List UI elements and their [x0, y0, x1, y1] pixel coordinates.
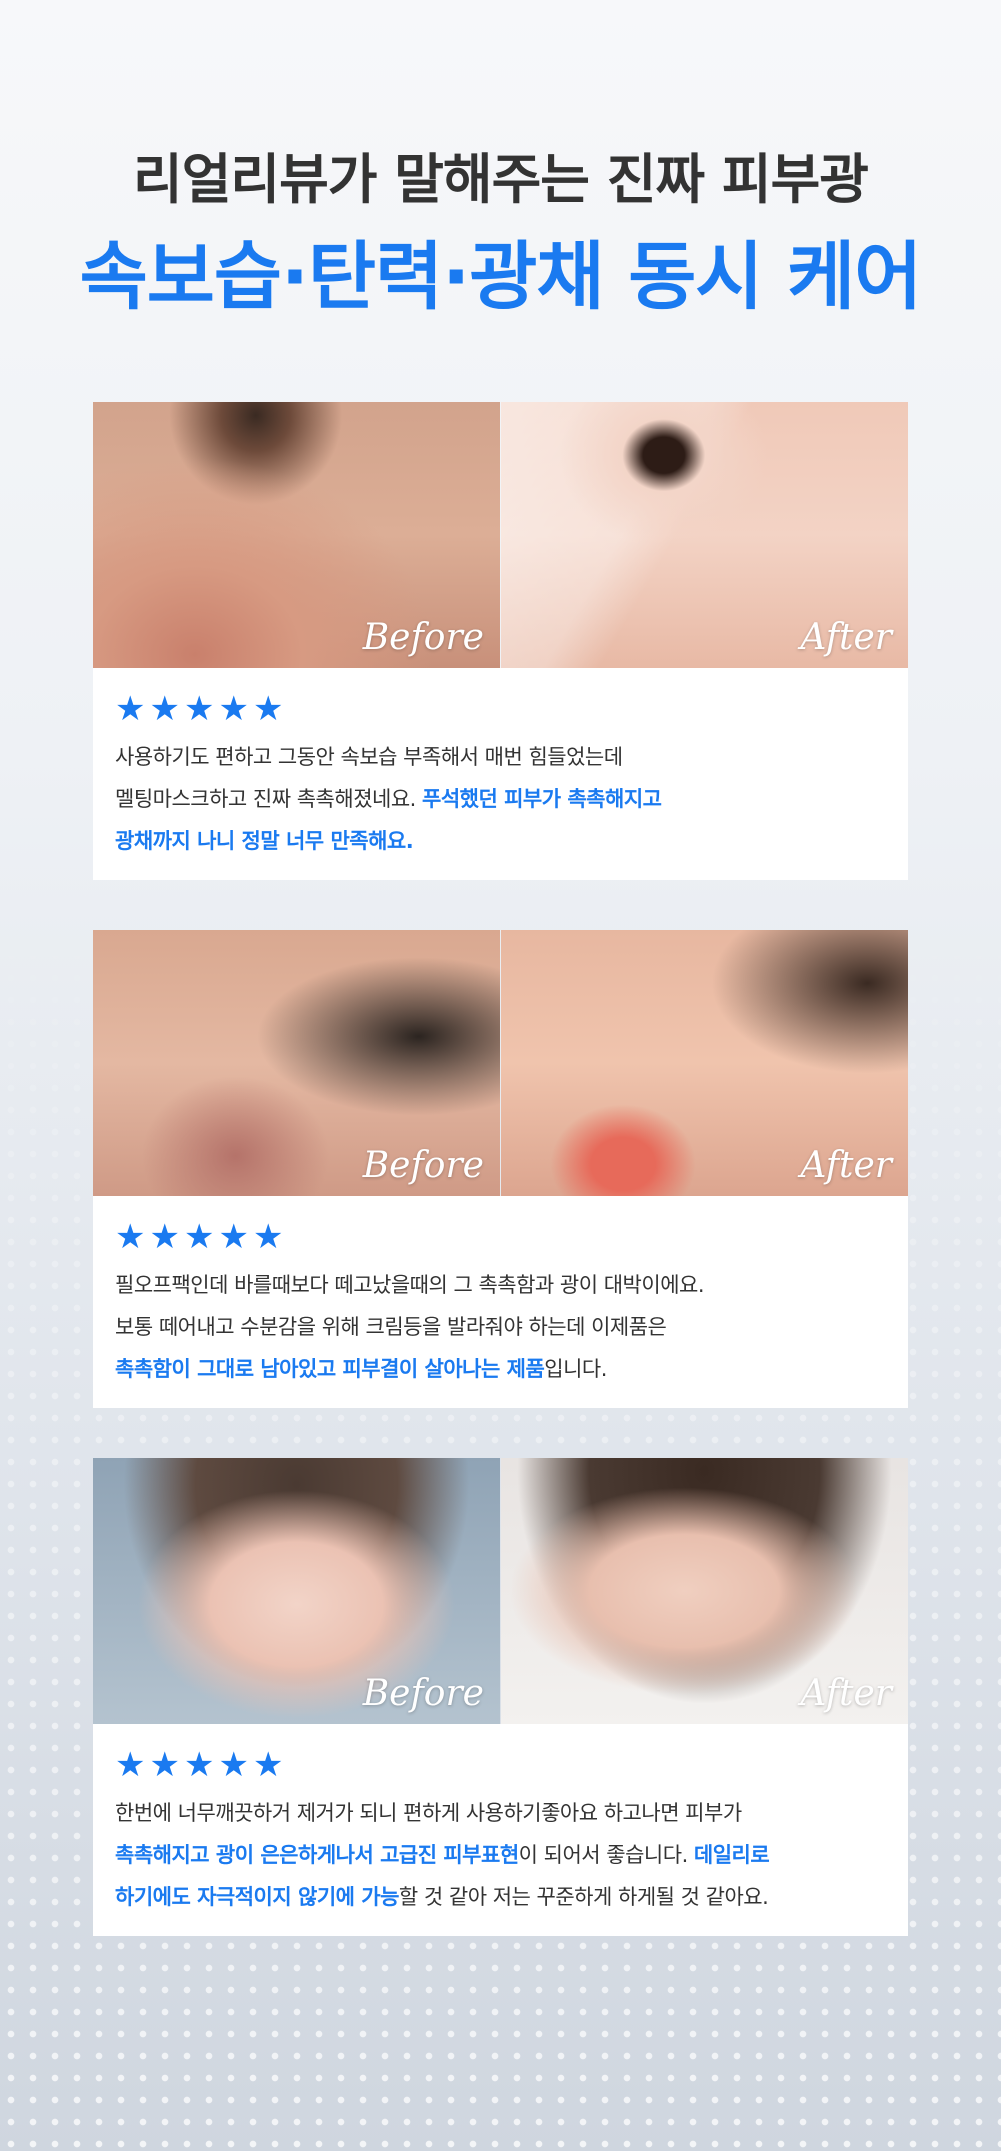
star-rating: ★ ★ ★ ★ ★ — [115, 690, 886, 728]
page-header: 리얼리뷰가 말해주는 진짜 피부광 속보습·탄력·광채 동시 케어 — [0, 145, 1001, 325]
before-label: Before — [362, 1145, 484, 1186]
star-icon: ★ — [149, 689, 180, 729]
after-label: After — [800, 1145, 892, 1186]
review-line: 촉촉함이 그대로 남아있고 피부결이 살아나는 제품입니다. — [115, 1348, 886, 1390]
star-icon: ★ — [218, 689, 249, 729]
page-title: 속보습·탄력·광채 동시 케어 — [79, 234, 923, 320]
review-highlight: 촉촉해지고 광이 은은하게나서 고급진 피부표현 — [115, 1843, 519, 1867]
review-card-3: Before After ★ ★ ★ ★ ★ 한번에 너무깨끗하거 제거가 되니… — [93, 1458, 908, 1936]
before-after-photos: Before After — [93, 930, 908, 1196]
review-line: 한번에 너무깨끗하거 제거가 되니 편하게 사용하기좋아요 하고나면 피부가 — [115, 1792, 886, 1834]
review-text: 사용하기도 편하고 그동안 속보습 부족해서 매번 힘들었는데 — [115, 745, 623, 769]
star-icon: ★ — [115, 1745, 146, 1785]
star-icon: ★ — [115, 1217, 146, 1257]
after-photo: After — [501, 930, 908, 1196]
before-photo: Before — [93, 930, 500, 1196]
review-card-2: Before After ★ ★ ★ ★ ★ 필오프팩인데 바를때보다 떼고났을… — [93, 930, 908, 1408]
review-highlight: 푸석했던 피부가 촉촉해지고 — [422, 787, 662, 811]
before-after-photos: Before After — [93, 1458, 908, 1724]
star-icon: ★ — [183, 689, 215, 729]
star-icon: ★ — [218, 1217, 249, 1257]
after-label: After — [800, 617, 892, 658]
review-highlight: 하기에도 자극적이지 않기에 가능 — [115, 1885, 399, 1909]
page-subtitle: 리얼리뷰가 말해주는 진짜 피부광 — [133, 148, 869, 211]
star-icon: ★ — [183, 1745, 215, 1785]
review-text: 필오프팩인데 바를때보다 떼고났을때의 그 촉촉함과 광이 대박이에요. — [115, 1273, 705, 1297]
review-text: 한번에 너무깨끗하거 제거가 되니 편하게 사용하기좋아요 하고나면 피부가 — [115, 1801, 742, 1825]
star-rating: ★ ★ ★ ★ ★ — [115, 1746, 886, 1784]
after-label: After — [800, 1673, 892, 1714]
review-text: 입니다. — [544, 1357, 607, 1381]
review-body: ★ ★ ★ ★ ★ 필오프팩인데 바를때보다 떼고났을때의 그 촉촉함과 광이 … — [93, 1196, 908, 1408]
star-icon: ★ — [252, 689, 284, 729]
review-text: 보통 떼어내고 수분감을 위해 크림등을 발라줘야 하는데 이제품은 — [115, 1315, 667, 1339]
review-highlight: 촉촉함이 그대로 남아있고 피부결이 살아나는 제품 — [115, 1357, 545, 1381]
review-body: ★ ★ ★ ★ ★ 사용하기도 편하고 그동안 속보습 부족해서 매번 힘들었는… — [93, 668, 908, 880]
review-line: 보통 떼어내고 수분감을 위해 크림등을 발라줘야 하는데 이제품은 — [115, 1306, 886, 1348]
star-icon: ★ — [183, 1217, 215, 1257]
star-icon: ★ — [115, 689, 146, 729]
star-icon: ★ — [149, 1745, 180, 1785]
before-after-photos: Before After — [93, 402, 908, 668]
before-label: Before — [362, 617, 484, 658]
before-photo: Before — [93, 1458, 500, 1724]
star-icon: ★ — [252, 1217, 284, 1257]
review-line: 촉촉해지고 광이 은은하게나서 고급진 피부표현이 되어서 좋습니다. 데일리로 — [115, 1834, 886, 1876]
review-card-1: Before After ★ ★ ★ ★ ★ 사용하기도 편하고 그동안 속보습… — [93, 402, 908, 880]
review-highlight: 광채까지 나니 정말 너무 만족해요. — [115, 829, 414, 853]
review-line: 하기에도 자극적이지 않기에 가능할 것 같아 저는 꾸준하게 하게될 것 같아… — [115, 1876, 886, 1918]
review-line: 광채까지 나니 정말 너무 만족해요. — [115, 820, 886, 862]
review-text: 멜팅마스크하고 진짜 촉촉해졌네요. — [115, 787, 422, 811]
review-line: 사용하기도 편하고 그동안 속보습 부족해서 매번 힘들었는데 — [115, 736, 886, 778]
review-body: ★ ★ ★ ★ ★ 한번에 너무깨끗하거 제거가 되니 편하게 사용하기좋아요 … — [93, 1724, 908, 1936]
after-photo: After — [501, 402, 908, 668]
review-text: 이 되어서 좋습니다. — [518, 1843, 694, 1867]
before-photo: Before — [93, 402, 500, 668]
after-photo: After — [501, 1458, 908, 1724]
before-label: Before — [362, 1673, 484, 1714]
star-icon: ★ — [218, 1745, 249, 1785]
review-text: 할 것 같아 저는 꾸준하게 하게될 것 같아요. — [398, 1885, 769, 1909]
review-line: 멜팅마스크하고 진짜 촉촉해졌네요. 푸석했던 피부가 촉촉해지고 — [115, 778, 886, 820]
star-icon: ★ — [252, 1745, 284, 1785]
review-line: 필오프팩인데 바를때보다 떼고났을때의 그 촉촉함과 광이 대박이에요. — [115, 1264, 886, 1306]
star-icon: ★ — [149, 1217, 180, 1257]
review-highlight: 데일리로 — [693, 1843, 770, 1867]
star-rating: ★ ★ ★ ★ ★ — [115, 1218, 886, 1256]
